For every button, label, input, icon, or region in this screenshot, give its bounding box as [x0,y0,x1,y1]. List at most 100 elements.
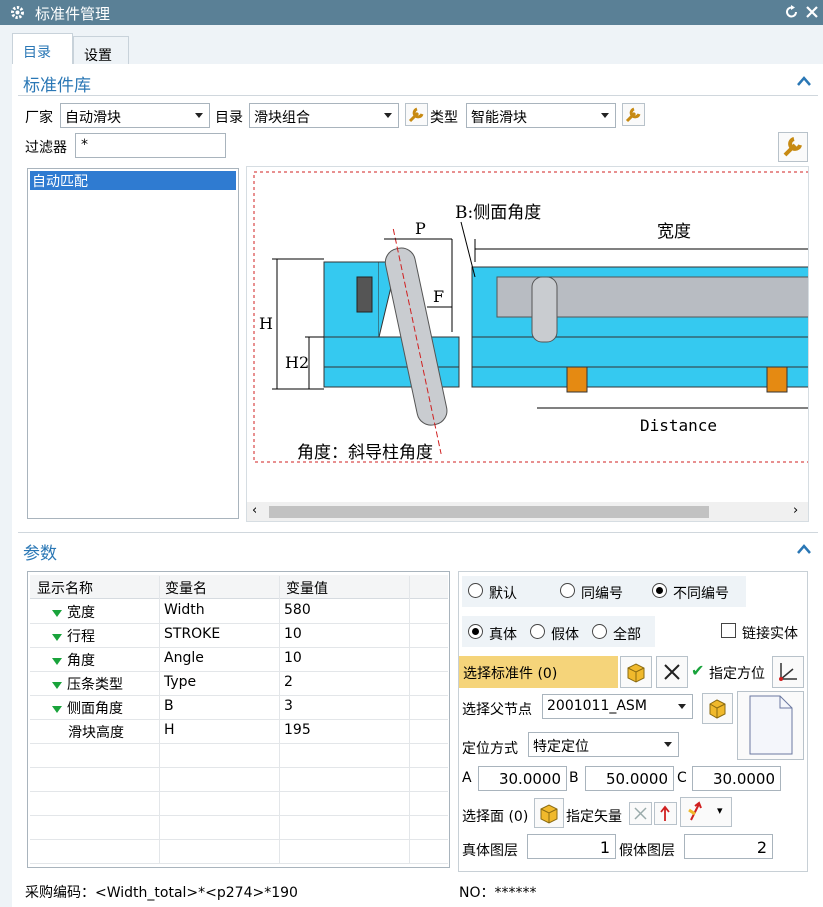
filter-tool-button[interactable] [778,132,808,162]
chevron-down-icon [384,113,392,118]
type-dropdown[interactable]: 智能滑块 [466,103,616,128]
b-input[interactable]: 50.0000 [585,766,674,791]
fake-layer-input[interactable]: 2 [684,834,773,859]
gear-icon [11,6,24,19]
param-var: Width [164,602,205,618]
real-layer-input[interactable]: 1 [527,834,616,859]
b-label: B [569,770,579,786]
vector-type-dropdown[interactable]: ▾ [680,797,732,827]
radio-fake-body[interactable] [530,624,545,639]
filter-label: 过滤器 [25,140,67,156]
param-name: 压条类型 [67,677,123,693]
a-input[interactable]: 30.0000 [478,766,567,791]
label-width: 宽度 [657,222,691,242]
select-face-label: 选择面 (0) [462,809,529,825]
wrench-icon [408,107,424,123]
radio-real-body-label: 真体 [489,627,517,643]
close-icon [664,664,680,680]
select-face-button[interactable] [534,798,564,828]
c-input[interactable]: 30.0000 [692,766,781,791]
specify-orientation-button[interactable] [772,656,804,688]
cube-icon [709,699,726,719]
expand-icon[interactable] [52,658,62,665]
radio-different-number[interactable] [652,583,667,598]
param-name: 宽度 [67,605,95,621]
position-dropdown[interactable]: 特定定位 [528,732,679,757]
vector-icon [660,805,670,821]
label-f: F [433,287,445,306]
tab-settings[interactable]: 设置 [73,36,129,65]
expand-icon[interactable] [52,682,62,689]
filter-input[interactable]: * [75,133,226,158]
table-row[interactable]: 侧面角度 B 3 [30,695,448,720]
tree-list: 自动匹配 [27,168,239,519]
collapse-params-icon[interactable] [796,543,812,555]
scroll-right-icon[interactable]: › [793,503,798,518]
type-tool-button[interactable] [622,103,645,126]
preview-scrollbar[interactable]: ‹ › [247,502,808,521]
param-value[interactable]: 10 [284,650,302,666]
chevron-down-icon [664,742,672,747]
select-part-button[interactable]: 选择标准件 (0) [459,656,618,688]
radio-same-number[interactable] [560,583,575,598]
radio-real-body[interactable] [468,624,483,639]
catalog-label: 目录 [215,110,243,126]
table-row[interactable]: 宽度 Width 580 [30,599,448,624]
select-part-cube-button[interactable] [620,656,652,688]
table-row[interactable]: 压条类型 Type 2 [30,671,448,696]
param-value[interactable]: 2 [284,674,293,690]
radio-same-number-label: 同编号 [581,586,623,602]
label-angle: 角度：斜导柱角度 [297,443,433,463]
param-var: H [164,722,175,738]
select-part-label: 选择标准件 (0) [463,666,558,682]
parent-cube-button[interactable] [702,693,733,724]
clear-selection-button[interactable] [656,656,688,688]
new-document-button[interactable] [737,691,804,760]
param-value[interactable]: 10 [284,626,302,642]
radio-different-number-label: 不同编号 [673,586,729,602]
col-variable-name[interactable]: 变量名 [165,578,207,598]
collapse-library-icon[interactable] [796,75,812,87]
specify-orientation-label: 指定方位 [709,666,765,682]
purchase-code: 采购编码：<Width_total>*<p274>*190 [25,885,298,901]
table-row [30,839,448,864]
reverse-vector-button[interactable] [629,802,652,825]
param-value[interactable]: 195 [284,722,311,738]
link-solid-checkbox[interactable] [721,623,736,638]
scroll-left-icon[interactable]: ‹ [252,503,257,518]
param-value[interactable]: 3 [284,698,293,714]
table-row[interactable]: 滑块高度 H 195 [30,719,448,744]
catalog-dropdown[interactable]: 滑块组合 [249,103,399,128]
parent-dropdown[interactable]: 2001011_ASM [542,694,693,719]
col-variable-value[interactable]: 变量值 [286,578,328,598]
param-value[interactable]: 580 [284,602,311,618]
expand-icon[interactable] [52,634,62,641]
table-row[interactable]: 角度 Angle 10 [30,647,448,672]
inferred-vector-icon [688,801,702,821]
col-display-name[interactable]: 显示名称 [37,578,93,598]
expand-icon[interactable] [52,610,62,617]
reset-icon[interactable] [785,5,799,19]
expand-icon[interactable] [52,706,62,713]
parent-value: 2001011_ASM [547,698,647,714]
tree-item-auto-match[interactable]: 自动匹配 [30,171,236,190]
catalog-tool-button[interactable] [405,103,428,126]
tab-settings-label: 设置 [84,48,112,64]
chevron-down-icon: ▾ [717,804,723,817]
tab-catalog[interactable]: 目录 [12,33,73,65]
type-value: 智能滑块 [471,110,527,126]
close-icon[interactable] [805,5,819,19]
specify-vector-label: 指定矢量 [566,809,622,825]
radio-default[interactable] [468,583,483,598]
table-row[interactable]: 行程 STROKE 10 [30,623,448,648]
radio-all[interactable] [592,624,607,639]
vector-dialog-button[interactable] [654,802,677,825]
scrollbar-thumb[interactable] [269,506,709,518]
param-name: 侧面角度 [67,701,123,717]
radio-fake-body-label: 假体 [551,627,579,643]
position-label: 定位方式 [462,741,518,757]
param-name: 滑块高度 [68,725,124,741]
param-grid-header: 显示名称 变量名 变量值 [30,575,448,599]
vendor-dropdown[interactable]: 自动滑块 [60,103,210,128]
label-side-angle: B:侧面角度 [455,203,542,223]
